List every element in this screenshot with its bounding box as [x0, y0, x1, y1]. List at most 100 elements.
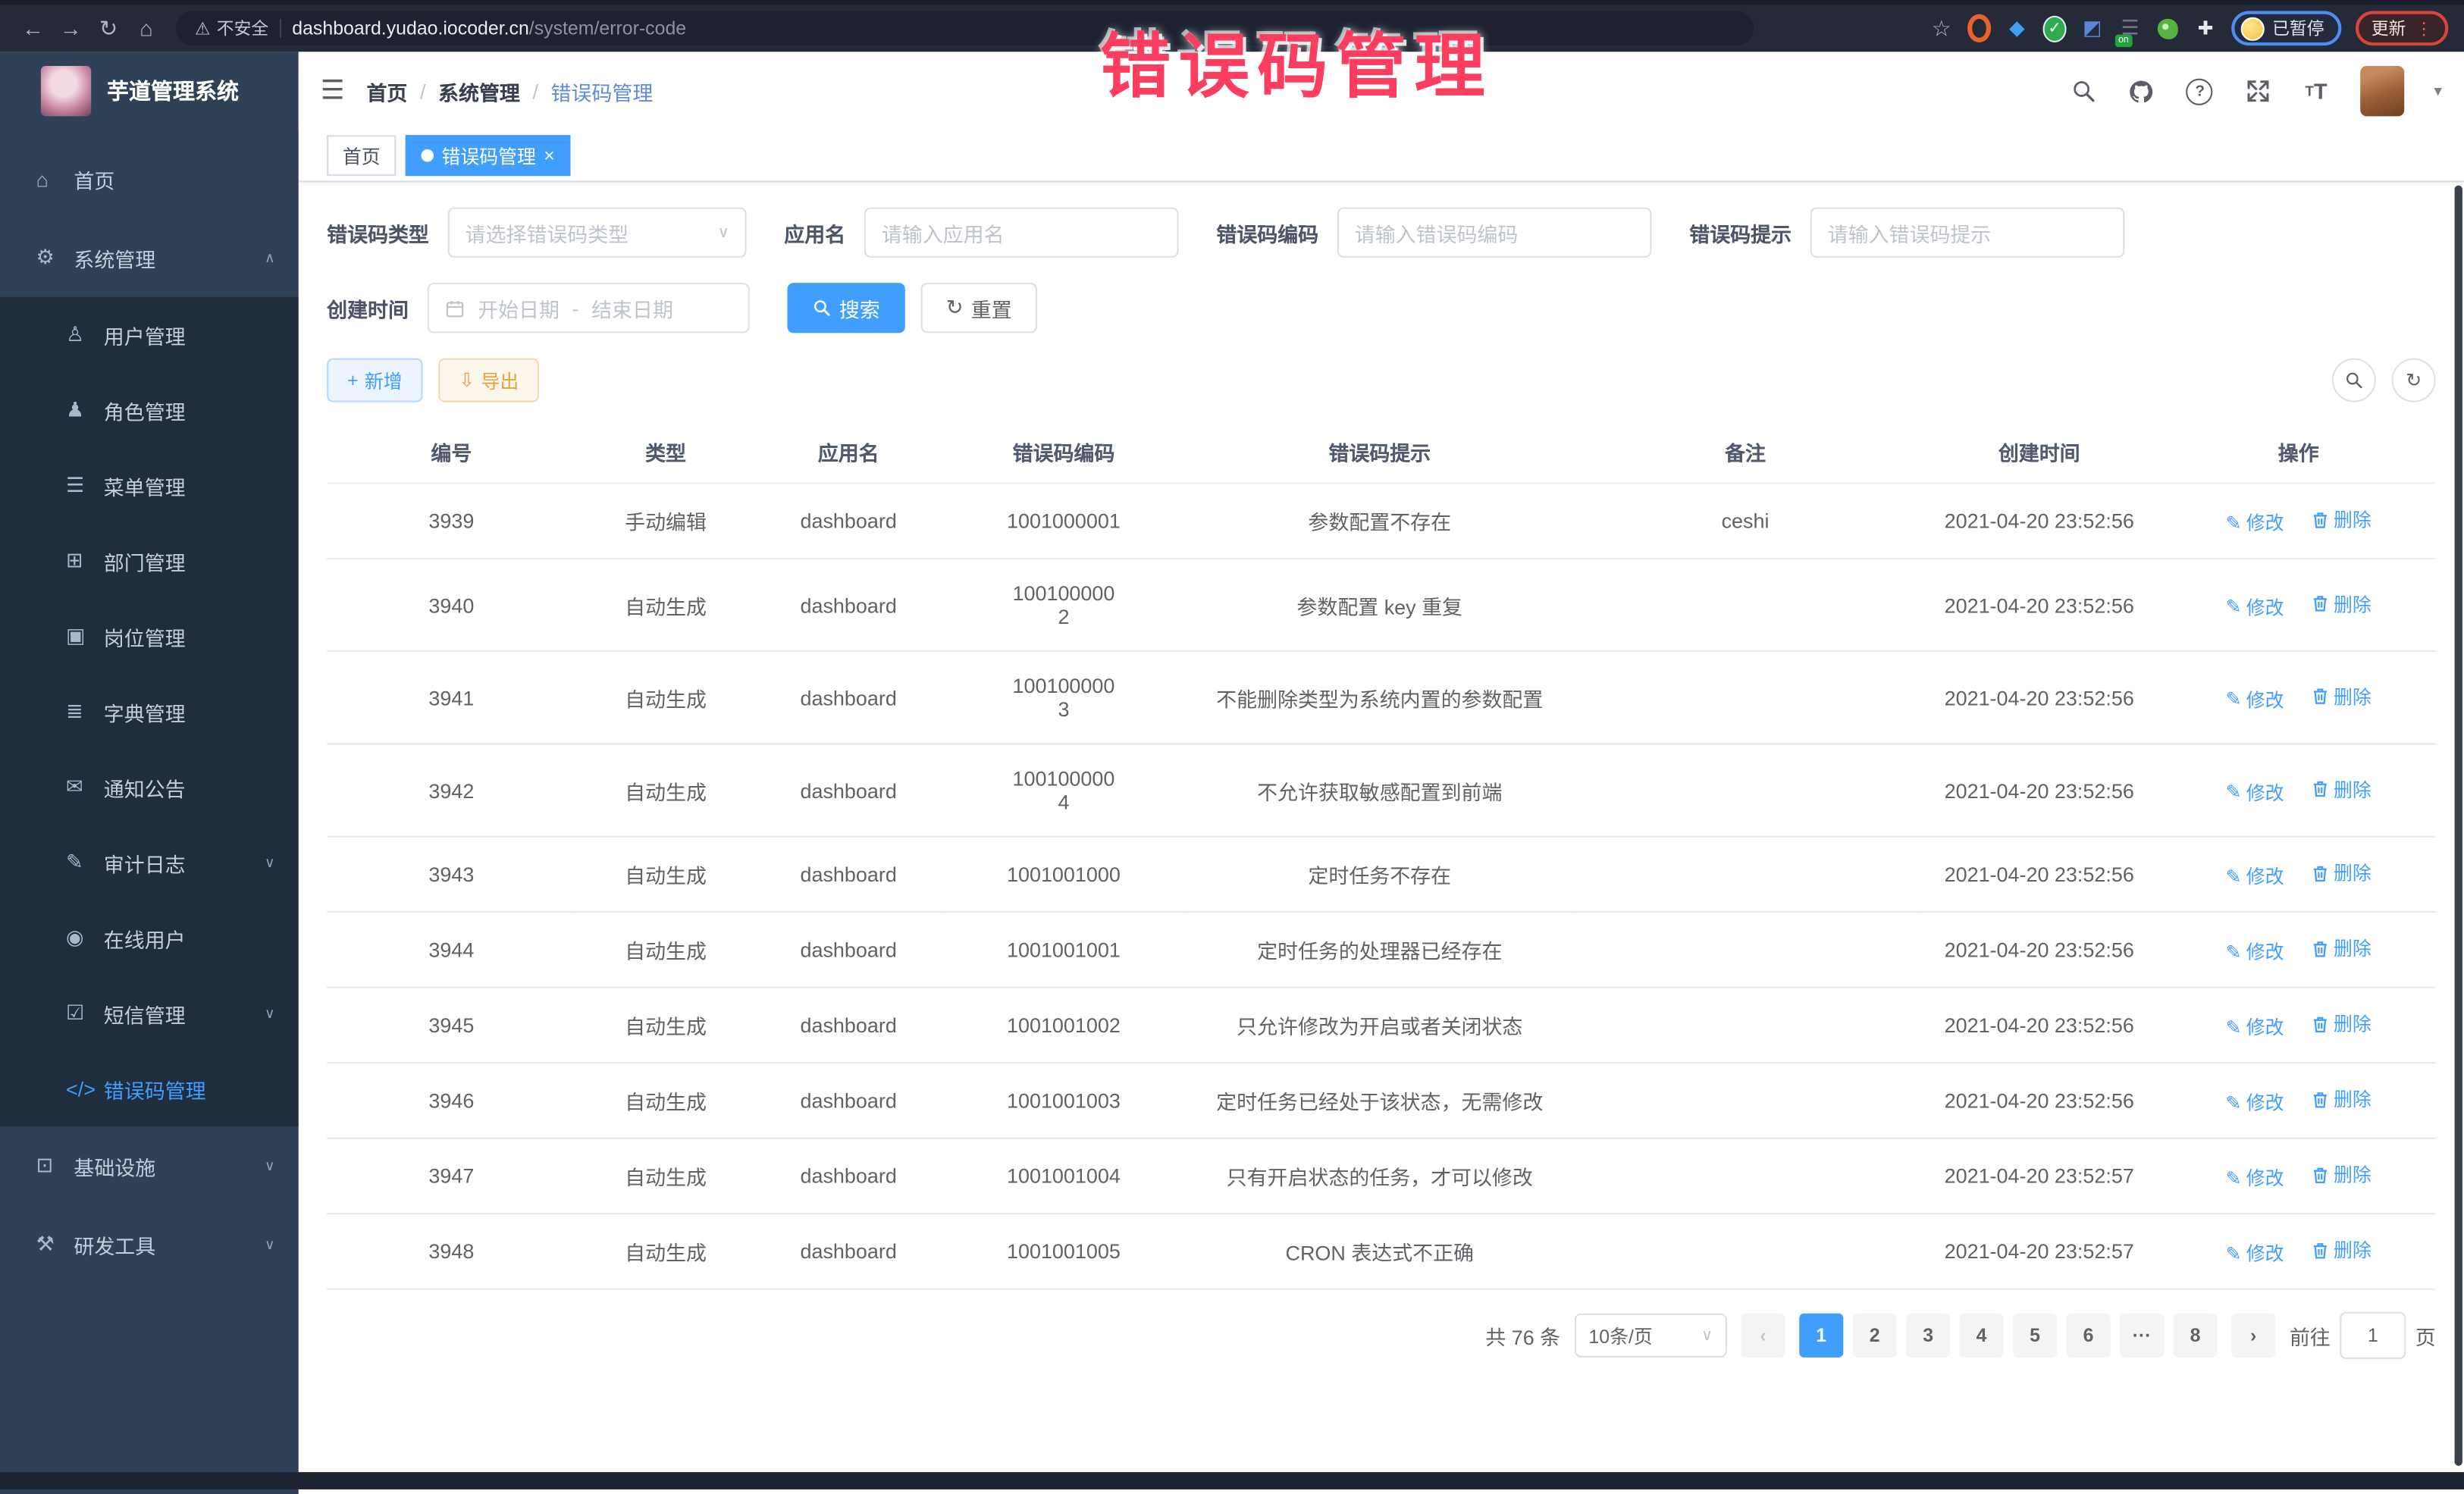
edit-link[interactable]: ✎ 修改	[2226, 686, 2284, 713]
sidebar-item[interactable]: ☑ 短信管理 ∨	[0, 976, 299, 1051]
refresh-table-button[interactable]: ↻	[2392, 359, 2436, 402]
font-size-icon[interactable]: TT	[2302, 77, 2330, 105]
filter-input[interactable]: 请输入错误码提示	[1810, 208, 2125, 258]
search-icon[interactable]	[2070, 77, 2098, 105]
sidebar-item[interactable]: ▣ 岗位管理	[0, 599, 299, 674]
back-icon[interactable]: ←	[16, 16, 51, 41]
extension-switch-icon[interactable]: ☰on	[2118, 17, 2142, 40]
sidebar-item-label: 研发工具	[74, 1229, 155, 1259]
sidebar-item[interactable]: ☰ 菜单管理	[0, 448, 299, 523]
sidebar-item[interactable]: </> 错误码管理	[0, 1051, 299, 1126]
cell-code: 1001001003	[942, 1063, 1186, 1138]
filter-label: 应用名	[784, 218, 845, 247]
fullscreen-icon[interactable]	[2244, 77, 2272, 105]
edit-link[interactable]: ✎ 修改	[2226, 863, 2284, 889]
delete-link[interactable]: 删除	[2312, 775, 2372, 802]
avatar-caret-icon[interactable]: ▾	[2434, 83, 2442, 100]
profile-paused-badge[interactable]: 已暂停	[2231, 11, 2341, 46]
cell-id: 3946	[327, 1063, 575, 1138]
github-icon[interactable]	[2127, 77, 2155, 105]
page-number-button[interactable]: ···	[2120, 1314, 2164, 1358]
delete-link[interactable]: 删除	[2312, 506, 2372, 532]
next-page-button[interactable]: ›	[2231, 1314, 2275, 1358]
extension-grid-icon[interactable]: ◩	[2080, 17, 2104, 40]
sidebar-item[interactable]: ⊡ 基础设施 ∨	[0, 1126, 299, 1205]
sidebar-item[interactable]: ⚒ 研发工具 ∨	[0, 1205, 299, 1284]
address-bar[interactable]: ⚠ 不安全 dashboard.yudao.iocoder.cn/system/…	[176, 11, 1754, 46]
page-number-button[interactable]: 8	[2173, 1314, 2217, 1358]
home-icon[interactable]: ⌂	[129, 16, 164, 41]
help-icon[interactable]: ?	[2186, 77, 2214, 105]
sidebar-item[interactable]: ♟ 角色管理	[0, 372, 299, 447]
delete-link[interactable]: 删除	[2312, 1236, 2372, 1263]
edit-link[interactable]: ✎ 修改	[2226, 778, 2284, 805]
add-button[interactable]: + 新增	[327, 359, 422, 402]
filter-input[interactable]: 请输入错误码编码	[1337, 208, 1652, 258]
extensions-puzzle-icon[interactable]: ✚	[2193, 17, 2217, 40]
edit-link[interactable]: ✎ 修改	[2226, 938, 2284, 964]
sidebar-item[interactable]: ≣ 字典管理	[0, 674, 299, 749]
date-range-input[interactable]: 开始日期 - 结束日期	[428, 283, 750, 333]
page-number-button[interactable]: 1	[1799, 1314, 1843, 1358]
page-number-button[interactable]: 4	[1960, 1314, 2004, 1358]
sidebar-item[interactable]: ⌂ 首页	[0, 139, 299, 218]
hamburger-icon[interactable]: ☰	[299, 75, 367, 106]
page-tab[interactable]: 错误码管理 ×	[406, 135, 571, 176]
tab-close-icon[interactable]: ×	[544, 146, 555, 165]
reset-button[interactable]: ↻ 重置	[921, 283, 1037, 333]
page-size-select[interactable]: 10条/页 ∨	[1575, 1314, 1727, 1358]
edit-link[interactable]: ✎ 修改	[2226, 1239, 2284, 1266]
filter-input[interactable]: 请输入应用名	[864, 208, 1179, 258]
filter-placeholder: 请选择错误码类型	[466, 218, 629, 247]
prev-page-button[interactable]: ‹	[1741, 1314, 1785, 1358]
delete-link[interactable]: 删除	[2312, 1010, 2372, 1037]
bookmark-star-icon[interactable]: ☆	[1930, 17, 1953, 40]
sidebar-item[interactable]: ⊞ 部门管理	[0, 523, 299, 598]
update-button[interactable]: 更新 ⋮	[2356, 11, 2448, 46]
sidebar-item[interactable]: ⚙ 系统管理 ∧	[0, 218, 299, 297]
delete-link[interactable]: 删除	[2312, 1085, 2372, 1112]
edit-link[interactable]: ✎ 修改	[2226, 593, 2284, 619]
cell-msg: 不允许获取敏感配置到前端	[1186, 744, 1573, 836]
extension-orange-icon[interactable]	[1967, 17, 1991, 40]
extension-gem-icon[interactable]: ◆	[2005, 17, 2029, 40]
user-avatar[interactable]	[2360, 66, 2404, 116]
cell-app: dashboard	[756, 1063, 942, 1138]
extension-spy-icon[interactable]	[2156, 17, 2180, 40]
sidebar-item[interactable]: ◉ 在线用户	[0, 900, 299, 976]
edit-link[interactable]: ✎ 修改	[2226, 509, 2284, 536]
breadcrumb-item[interactable]: 错误码管理	[551, 77, 654, 106]
page-tab[interactable]: 首页	[327, 135, 396, 176]
delete-link[interactable]: 删除	[2312, 860, 2372, 886]
breadcrumb-item[interactable]: 首页	[366, 77, 407, 106]
goto-page-input[interactable]: 1	[2340, 1312, 2406, 1359]
page-number-button[interactable]: 2	[1853, 1314, 1897, 1358]
cell-memo	[1573, 1139, 1917, 1214]
cell-app: dashboard	[756, 651, 942, 744]
delete-link[interactable]: 删除	[2312, 683, 2372, 709]
edit-link[interactable]: ✎ 修改	[2226, 1013, 2284, 1040]
sidebar-item[interactable]: ✎ 审计日志 ∨	[0, 825, 299, 900]
sidebar-item[interactable]: ✉ 通知公告	[0, 750, 299, 825]
extension-check-icon[interactable]: ✓	[2043, 17, 2067, 40]
page-number-button[interactable]: 6	[2067, 1314, 2111, 1358]
filter-input[interactable]: 请选择错误码类型 ∨	[448, 208, 747, 258]
edit-link[interactable]: ✎ 修改	[2226, 1164, 2284, 1191]
page-number-button[interactable]: 5	[2013, 1314, 2057, 1358]
sidebar-item[interactable]: ♙ 用户管理	[0, 297, 299, 372]
refresh-icon[interactable]: ↻	[91, 15, 126, 42]
edit-link[interactable]: ✎ 修改	[2226, 1088, 2284, 1115]
page-number-button[interactable]: 3	[1906, 1314, 1950, 1358]
show-search-button[interactable]	[2332, 359, 2376, 402]
kebab-menu-icon[interactable]: ⋮	[2415, 18, 2433, 39]
scrollbar-thumb[interactable]	[2455, 186, 2462, 1466]
export-button[interactable]: ⇩ 导出	[438, 359, 539, 402]
sidebar-item-label: 岗位管理	[104, 622, 186, 651]
forward-icon[interactable]: →	[53, 16, 88, 41]
search-button[interactable]: 搜索	[787, 283, 904, 333]
breadcrumb-item[interactable]: 系统管理	[438, 77, 520, 106]
delete-link[interactable]: 删除	[2312, 590, 2372, 616]
security-warning[interactable]: ⚠ 不安全	[195, 16, 268, 41]
delete-link[interactable]: 删除	[2312, 1161, 2372, 1188]
delete-link[interactable]: 删除	[2312, 935, 2372, 961]
